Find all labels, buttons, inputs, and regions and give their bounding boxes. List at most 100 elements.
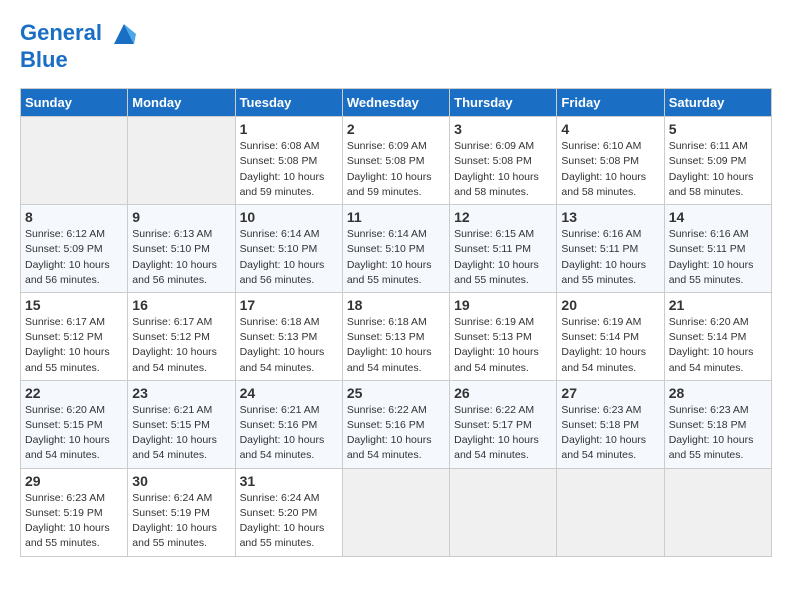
calendar-cell: 21 Sunrise: 6:20 AMSunset: 5:14 PMDayligh…: [664, 292, 771, 380]
calendar-cell: 22 Sunrise: 6:20 AMSunset: 5:15 PMDayligh…: [21, 380, 128, 468]
calendar-cell: 30 Sunrise: 6:24 AMSunset: 5:19 PMDayligh…: [128, 468, 235, 556]
day-number: 9: [132, 209, 230, 225]
calendar-cell: 9 Sunrise: 6:13 AMSunset: 5:10 PMDaylight…: [128, 205, 235, 293]
calendar-body: 1 Sunrise: 6:08 AMSunset: 5:08 PMDaylight…: [21, 117, 772, 556]
calendar-cell: 12 Sunrise: 6:15 AMSunset: 5:11 PMDayligh…: [450, 205, 557, 293]
day-number: 3: [454, 121, 552, 137]
day-detail: Sunrise: 6:09 AMSunset: 5:08 PMDaylight:…: [454, 140, 539, 198]
calendar-cell: 13 Sunrise: 6:16 AMSunset: 5:11 PMDayligh…: [557, 205, 664, 293]
day-detail: Sunrise: 6:09 AMSunset: 5:08 PMDaylight:…: [347, 140, 432, 198]
day-number: 20: [561, 297, 659, 313]
calendar-cell: 8 Sunrise: 6:12 AMSunset: 5:09 PMDaylight…: [21, 205, 128, 293]
day-detail: Sunrise: 6:22 AMSunset: 5:16 PMDaylight:…: [347, 404, 432, 462]
logo-icon: [110, 20, 138, 48]
calendar-cell: 25Sunrise: 6:22 AMSunset: 5:16 PMDayligh…: [342, 380, 449, 468]
day-number: 8: [25, 209, 123, 225]
day-detail: Sunrise: 6:18 AMSunset: 5:13 PMDaylight:…: [347, 316, 432, 374]
day-detail: Sunrise: 6:17 AMSunset: 5:12 PMDaylight:…: [25, 316, 110, 374]
day-detail: Sunrise: 6:22 AMSunset: 5:17 PMDaylight:…: [454, 404, 539, 462]
day-detail: Sunrise: 6:08 AMSunset: 5:08 PMDaylight:…: [240, 140, 325, 198]
day-detail: Sunrise: 6:23 AMSunset: 5:18 PMDaylight:…: [561, 404, 646, 462]
day-number: 10: [240, 209, 338, 225]
day-detail: Sunrise: 6:24 AMSunset: 5:19 PMDaylight:…: [132, 492, 217, 550]
header-friday: Friday: [557, 89, 664, 117]
calendar-week-4: 22 Sunrise: 6:20 AMSunset: 5:15 PMDayligh…: [21, 380, 772, 468]
day-number: 22: [25, 385, 123, 401]
header-wednesday: Wednesday: [342, 89, 449, 117]
day-detail: Sunrise: 6:15 AMSunset: 5:11 PMDaylight:…: [454, 228, 539, 286]
day-number: 4: [561, 121, 659, 137]
day-detail: Sunrise: 6:18 AMSunset: 5:13 PMDaylight:…: [240, 316, 325, 374]
calendar-cell: 4 Sunrise: 6:10 AMSunset: 5:08 PMDaylight…: [557, 117, 664, 205]
calendar-cell: 26 Sunrise: 6:22 AMSunset: 5:17 PMDayligh…: [450, 380, 557, 468]
day-detail: Sunrise: 6:12 AMSunset: 5:09 PMDaylight:…: [25, 228, 110, 286]
calendar-cell: [557, 468, 664, 556]
calendar-cell: 5Sunrise: 6:11 AMSunset: 5:09 PMDaylight…: [664, 117, 771, 205]
calendar-cell: 16Sunrise: 6:17 AMSunset: 5:12 PMDayligh…: [128, 292, 235, 380]
header-monday: Monday: [128, 89, 235, 117]
logo-text: General: [20, 20, 138, 48]
day-detail: Sunrise: 6:23 AMSunset: 5:19 PMDaylight:…: [25, 492, 110, 550]
calendar-cell: 19Sunrise: 6:19 AMSunset: 5:13 PMDayligh…: [450, 292, 557, 380]
calendar-cell: 20 Sunrise: 6:19 AMSunset: 5:14 PMDayligh…: [557, 292, 664, 380]
day-detail: Sunrise: 6:13 AMSunset: 5:10 PMDaylight:…: [132, 228, 217, 286]
day-number: 1: [240, 121, 338, 137]
day-detail: Sunrise: 6:14 AMSunset: 5:10 PMDaylight:…: [347, 228, 432, 286]
day-detail: Sunrise: 6:20 AMSunset: 5:15 PMDaylight:…: [25, 404, 110, 462]
day-detail: Sunrise: 6:10 AMSunset: 5:08 PMDaylight:…: [561, 140, 646, 198]
calendar-cell: [342, 468, 449, 556]
day-number: 27: [561, 385, 659, 401]
calendar-cell: 31 Sunrise: 6:24 AMSunset: 5:20 PMDayligh…: [235, 468, 342, 556]
header-sunday: Sunday: [21, 89, 128, 117]
day-number: 31: [240, 473, 338, 489]
day-detail: Sunrise: 6:23 AMSunset: 5:18 PMDaylight:…: [669, 404, 754, 462]
calendar-cell: 2Sunrise: 6:09 AMSunset: 5:08 PMDaylight…: [342, 117, 449, 205]
calendar-cell: 11 Sunrise: 6:14 AMSunset: 5:10 PMDayligh…: [342, 205, 449, 293]
day-detail: Sunrise: 6:16 AMSunset: 5:11 PMDaylight:…: [669, 228, 754, 286]
day-number: 13: [561, 209, 659, 225]
header-saturday: Saturday: [664, 89, 771, 117]
calendar-cell: 18 Sunrise: 6:18 AMSunset: 5:13 PMDayligh…: [342, 292, 449, 380]
day-detail: Sunrise: 6:19 AMSunset: 5:13 PMDaylight:…: [454, 316, 539, 374]
calendar-week-5: 29Sunrise: 6:23 AMSunset: 5:19 PMDayligh…: [21, 468, 772, 556]
calendar-cell: [21, 117, 128, 205]
day-number: 11: [347, 209, 445, 225]
calendar-week-2: 8 Sunrise: 6:12 AMSunset: 5:09 PMDaylight…: [21, 205, 772, 293]
calendar-cell: 17Sunrise: 6:18 AMSunset: 5:13 PMDayligh…: [235, 292, 342, 380]
day-number: 28: [669, 385, 767, 401]
day-number: 26: [454, 385, 552, 401]
day-number: 21: [669, 297, 767, 313]
calendar-cell: 14 Sunrise: 6:16 AMSunset: 5:11 PMDayligh…: [664, 205, 771, 293]
day-detail: Sunrise: 6:20 AMSunset: 5:14 PMDaylight:…: [669, 316, 754, 374]
calendar-cell: 15 Sunrise: 6:17 AMSunset: 5:12 PMDayligh…: [21, 292, 128, 380]
calendar-header-row: SundayMondayTuesdayWednesdayThursdayFrid…: [21, 89, 772, 117]
day-number: 18: [347, 297, 445, 313]
calendar-week-3: 15 Sunrise: 6:17 AMSunset: 5:12 PMDayligh…: [21, 292, 772, 380]
calendar-cell: 29Sunrise: 6:23 AMSunset: 5:19 PMDayligh…: [21, 468, 128, 556]
day-number: 12: [454, 209, 552, 225]
calendar-cell: 23Sunrise: 6:21 AMSunset: 5:15 PMDayligh…: [128, 380, 235, 468]
day-detail: Sunrise: 6:24 AMSunset: 5:20 PMDaylight:…: [240, 492, 325, 550]
day-detail: Sunrise: 6:14 AMSunset: 5:10 PMDaylight:…: [240, 228, 325, 286]
day-detail: Sunrise: 6:11 AMSunset: 5:09 PMDaylight:…: [669, 140, 754, 198]
calendar-week-1: 1 Sunrise: 6:08 AMSunset: 5:08 PMDaylight…: [21, 117, 772, 205]
day-number: 30: [132, 473, 230, 489]
day-detail: Sunrise: 6:21 AMSunset: 5:16 PMDaylight:…: [240, 404, 325, 462]
calendar-cell: [664, 468, 771, 556]
day-number: 23: [132, 385, 230, 401]
day-number: 24: [240, 385, 338, 401]
calendar-cell: [128, 117, 235, 205]
day-detail: Sunrise: 6:19 AMSunset: 5:14 PMDaylight:…: [561, 316, 646, 374]
header-thursday: Thursday: [450, 89, 557, 117]
day-number: 14: [669, 209, 767, 225]
day-number: 15: [25, 297, 123, 313]
calendar-cell: [450, 468, 557, 556]
calendar-cell: 24 Sunrise: 6:21 AMSunset: 5:16 PMDayligh…: [235, 380, 342, 468]
calendar-cell: 10 Sunrise: 6:14 AMSunset: 5:10 PMDayligh…: [235, 205, 342, 293]
calendar-cell: 3 Sunrise: 6:09 AMSunset: 5:08 PMDaylight…: [450, 117, 557, 205]
calendar-table: SundayMondayTuesdayWednesdayThursdayFrid…: [20, 88, 772, 556]
day-detail: Sunrise: 6:16 AMSunset: 5:11 PMDaylight:…: [561, 228, 646, 286]
calendar-cell: 27 Sunrise: 6:23 AMSunset: 5:18 PMDayligh…: [557, 380, 664, 468]
header-tuesday: Tuesday: [235, 89, 342, 117]
day-number: 16: [132, 297, 230, 313]
